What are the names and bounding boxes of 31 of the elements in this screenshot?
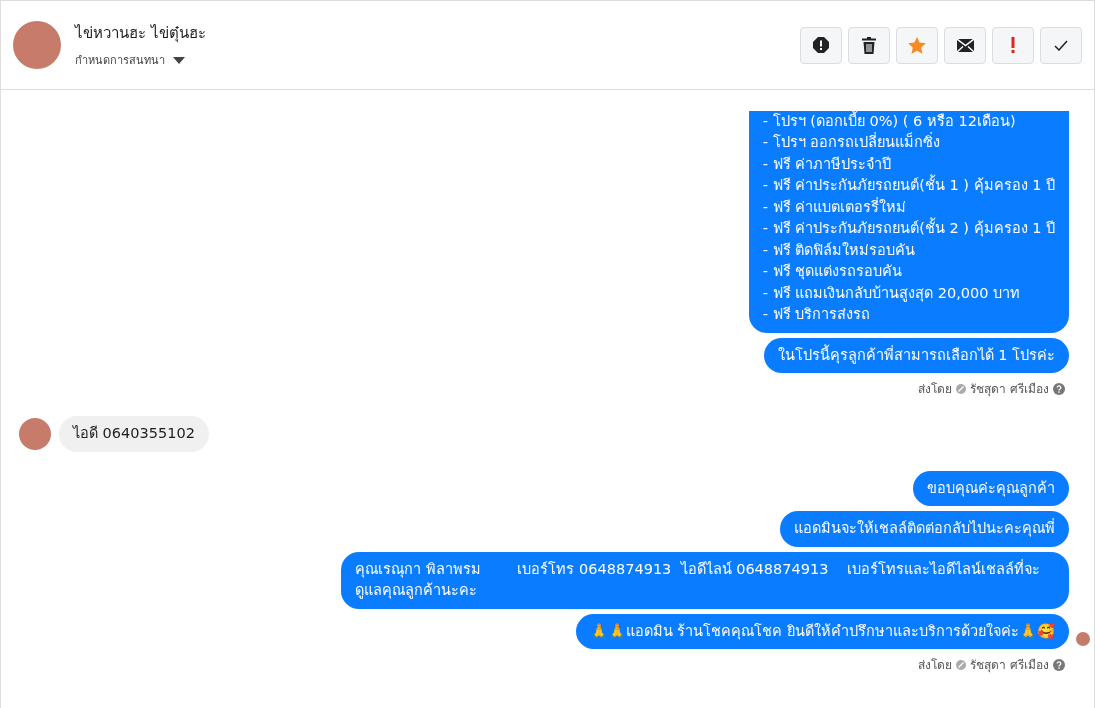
trash-icon	[862, 36, 876, 54]
alert-icon	[813, 37, 829, 53]
important-button[interactable]	[992, 26, 1034, 64]
exclamation-icon	[1011, 37, 1015, 53]
block-icon	[956, 659, 967, 670]
checkmark-icon	[1054, 39, 1068, 51]
contact-name: ไข่หวานฮะ ไข่ตุ๋นฮะ	[75, 23, 206, 45]
sender-name: รัชสุดา ศรีเมือง	[970, 657, 1049, 674]
help-icon[interactable]	[1053, 658, 1065, 671]
delete-button[interactable]	[848, 26, 890, 64]
block-icon	[956, 383, 967, 394]
report-spam-button[interactable]	[800, 26, 842, 64]
sent-by-label: ส่งโดย	[918, 381, 953, 398]
sent-message-bubble: 🙏🙏แอดมิน ร้านโชคคุณโชค ยินดีให้คำปรึกษาและบริการด้วยใจค่ะ🙏🥰	[575, 613, 1069, 649]
star-icon	[908, 36, 926, 54]
sent-message-bubble: แอดมินจะให้เชลล์ติดต่อกลับไปนะคะคุณพี่	[780, 511, 1069, 547]
received-message-bubble: ไอดี 0640355102	[59, 416, 209, 452]
sent-message-bubble: คุณเรณุกา พิลาพรม เบอร์โทร 0648874913 ไอดีไลน์ 0648874913 เบอร์โทรและไอดีไลน์เชลล์ที่จะดูแลคุณลูกค้านะคะ	[341, 551, 1069, 609]
sent-message-bubble: ในโปรนี้คุรลูกค้าพี่สามารถเลือกได้ 1 โปรค่ะ	[763, 337, 1069, 373]
star-button[interactable]	[896, 26, 938, 64]
help-icon[interactable]	[1053, 382, 1065, 395]
mark-unread-button[interactable]	[944, 26, 986, 64]
sent-message-bubble: ขอบคุณค่ะคุณลูกค้า	[913, 470, 1069, 506]
sent-message-bubble: - โปรฯ (ดอกเบี้ย 0%) ( 6 หรือ 12เดือน) - โปรฯ ออกรถเปลี่ยนแม็กซิ่ง - ฟรี ค่าภาษีประจำปี - ฟรี ค่าประกันภัยรถยนต์(ชั้น 1 ) คุ้มครอง 1 ปี - ฟรี ค่าแบตเตอรรี่ใหม่ - ฟรี ค่าประกันภัยรถยนต์(ชั้น 2 ) คุ้มครอง 1 ปี - ฟรี ติดฟิล์มใหม่รอบคัน - ฟรี ชุดแต่งรถรอบคัน - ฟรี แถมเงินกลับบ้านสูงสุด 20,000 บาท - ฟรี บริการส่งรถ	[748, 110, 1069, 333]
envelope-icon	[956, 38, 974, 52]
sender-name: รัชสุดา ศรีเมือง	[970, 381, 1049, 398]
profile-avatar	[13, 21, 61, 69]
caret-icon[interactable]	[173, 56, 185, 64]
sent-by-label: ส่งโดย	[918, 657, 953, 674]
sender-avatar	[19, 417, 51, 450]
conversation-settings-link[interactable]: กำหนดการสนทนา	[75, 51, 165, 69]
